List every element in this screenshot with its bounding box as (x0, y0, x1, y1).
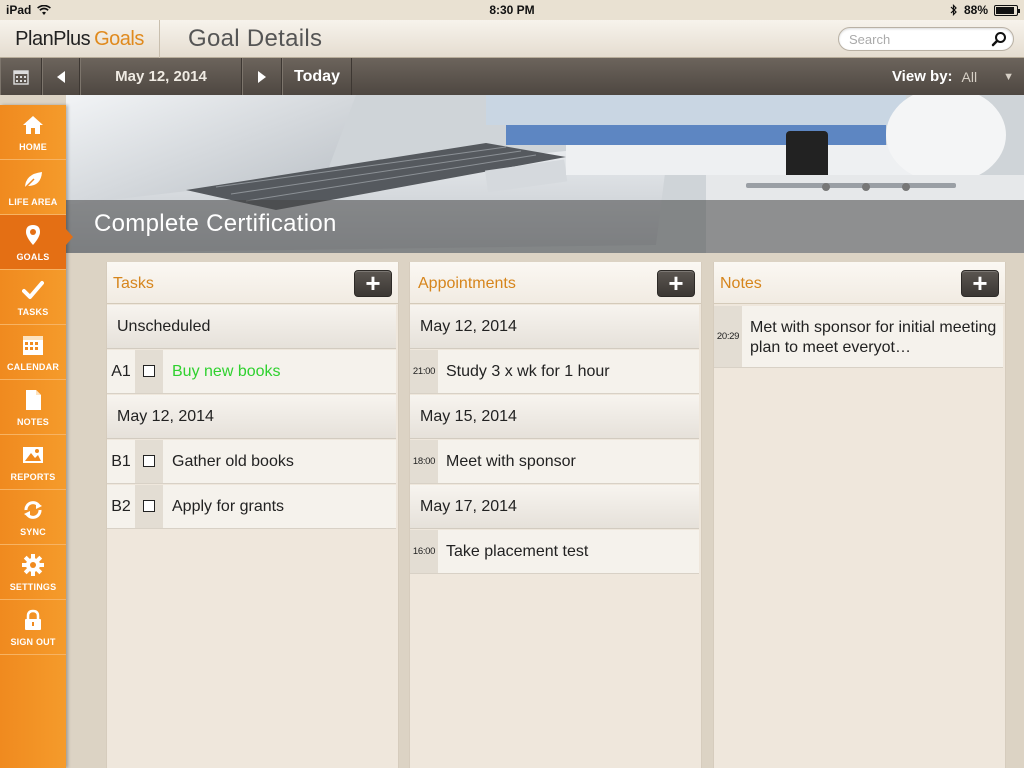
sidebar-item-settings[interactable]: SETTINGS (0, 545, 66, 600)
task-checkbox[interactable] (135, 350, 163, 393)
sidebar: HOME LIFE AREA GOALS TASKS CALENDAR NOTE… (0, 105, 73, 768)
appointment-text: Study 3 x wk for 1 hour (446, 363, 610, 380)
add-task-button[interactable]: + (354, 270, 392, 297)
appointment-text: Take placement test (446, 543, 589, 560)
appointment-text: Meet with sponsor (446, 453, 576, 470)
tasks-panel-title: Tasks (113, 275, 154, 292)
image-icon (23, 447, 43, 463)
current-date[interactable]: May 12, 2014 (80, 58, 242, 95)
home-icon (23, 116, 43, 134)
task-text: Gather old books (172, 453, 294, 470)
add-note-button[interactable]: + (961, 270, 999, 297)
sidebar-item-notes[interactable]: NOTES (0, 380, 66, 435)
appointment-section-header: May 15, 2014 (410, 395, 699, 439)
sync-icon (24, 501, 42, 519)
task-row[interactable]: B2 Apply for grants (107, 485, 396, 529)
gear-icon (22, 554, 44, 576)
tasks-panel: Tasks + Unscheduled A1 Buy new books May… (106, 262, 399, 768)
task-checkbox[interactable] (135, 440, 163, 483)
sidebar-item-goals[interactable]: GOALS (0, 215, 66, 270)
tasks-panel-header: Tasks + (107, 262, 398, 304)
arrow-left-icon (57, 70, 65, 83)
calendar-icon (23, 336, 43, 355)
search-input[interactable] (849, 31, 989, 47)
task-priority: A1 (107, 350, 135, 393)
view-by-selector[interactable]: View by: All ▼ (892, 58, 1014, 95)
appointments-panel-header: Appointments + (410, 262, 701, 304)
sidebar-item-sync[interactable]: SYNC (0, 490, 66, 545)
sidebar-item-life-area[interactable]: LIFE AREA (0, 160, 66, 215)
calendar-button[interactable] (0, 58, 42, 95)
sidebar-item-calendar[interactable]: CALENDAR (0, 325, 66, 380)
lock-icon (25, 609, 41, 630)
document-icon (26, 390, 41, 410)
appointment-row[interactable]: 16:00 Take placement test (410, 530, 699, 574)
appointment-section-header: May 17, 2014 (410, 485, 699, 529)
note-text: Met with sponsor for initial meeting pla… (750, 319, 997, 356)
appointment-time: 18:00 (410, 440, 438, 483)
status-bar: iPad 8:30 PM 88% (0, 0, 1024, 20)
date-toolbar: May 12, 2014 Today View by: All ▼ (0, 58, 1024, 95)
chevron-down-icon: ▼ (1003, 70, 1014, 83)
title-bar: PlanPlus Goals Goal Details (0, 20, 1024, 58)
sidebar-item-home[interactable]: HOME (0, 105, 66, 160)
appointment-row[interactable]: 21:00 Study 3 x wk for 1 hour (410, 350, 699, 394)
appointment-row[interactable]: 18:00 Meet with sponsor (410, 440, 699, 484)
appointment-time: 16:00 (410, 530, 438, 573)
active-indicator (66, 229, 73, 245)
next-day-button[interactable] (242, 58, 282, 95)
notes-panel-title: Notes (720, 275, 762, 292)
bluetooth-icon (950, 4, 957, 16)
task-text: Apply for grants (172, 498, 285, 515)
sidebar-item-reports[interactable]: REPORTS (0, 435, 66, 490)
task-row[interactable]: A1 Buy new books (107, 350, 396, 394)
page-title: Goal Details (188, 25, 323, 52)
note-time: 20:29 (714, 306, 742, 367)
previous-day-button[interactable] (42, 58, 80, 95)
sidebar-item-sign-out[interactable]: SIGN OUT (0, 600, 66, 655)
task-section-header: May 12, 2014 (107, 395, 396, 439)
appointment-time: 21:00 (410, 350, 438, 393)
task-row[interactable]: B1 Gather old books (107, 440, 396, 484)
appointments-panel: Appointments + May 12, 2014 21:00 Study … (409, 262, 702, 768)
map-pin-icon (26, 225, 40, 245)
goal-title: Complete Certification (94, 210, 337, 237)
battery-icon (994, 4, 1020, 16)
note-row[interactable]: 20:29 Met with sponsor for initial meeti… (714, 306, 1003, 368)
view-by-label: View by: (891, 68, 953, 85)
search-box (838, 27, 1014, 51)
notes-panel: Notes + 20:29 Met with sponsor for initi… (713, 262, 1006, 768)
goal-title-banner: Complete Certification (66, 200, 1024, 253)
sidebar-item-tasks[interactable]: TASKS (0, 270, 66, 325)
checkmark-icon (22, 281, 44, 299)
clock: 8:30 PM (489, 3, 535, 17)
appointment-section-header: May 12, 2014 (410, 305, 699, 349)
search-icon[interactable] (991, 31, 1007, 47)
leaf-icon (24, 172, 42, 189)
task-priority: B2 (107, 485, 135, 528)
task-checkbox[interactable] (135, 485, 163, 528)
today-button[interactable]: Today (282, 58, 352, 95)
app-logo: PlanPlus Goals (0, 20, 160, 58)
goal-hero-image: Complete Certification (66, 95, 1024, 253)
task-priority: B1 (107, 440, 135, 483)
add-appointment-button[interactable]: + (657, 270, 695, 297)
notes-panel-header: Notes + (714, 262, 1005, 304)
battery-percent: 88% (963, 3, 988, 17)
status-right: 88% (950, 3, 1020, 17)
calendar-icon (13, 69, 29, 85)
task-text: Buy new books (172, 363, 281, 380)
task-section-header: Unscheduled (107, 305, 396, 349)
appointments-panel-title: Appointments (418, 275, 516, 292)
arrow-right-icon (258, 70, 266, 83)
view-by-value: All (961, 68, 978, 85)
